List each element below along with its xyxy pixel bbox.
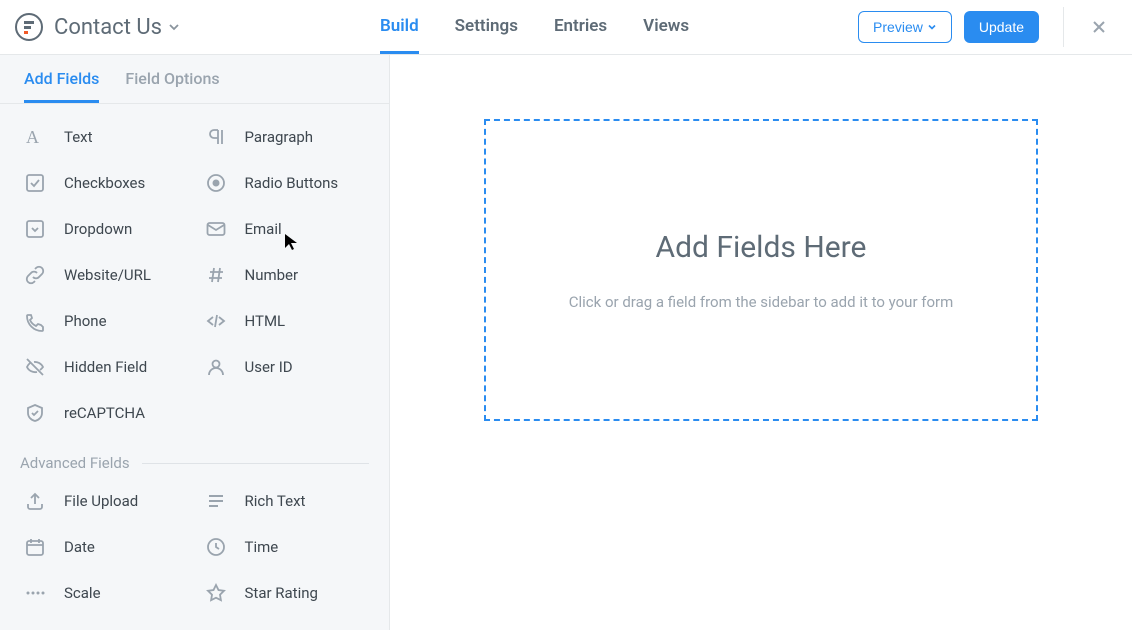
html-icon — [205, 310, 227, 332]
update-button[interactable]: Update — [964, 11, 1039, 43]
field-richtext[interactable]: Rich Text — [195, 478, 376, 524]
richtext-icon — [205, 490, 227, 512]
field-label: User ID — [245, 358, 293, 376]
field-label: File Upload — [64, 492, 138, 510]
field-label: Paragraph — [245, 128, 314, 146]
field-dropdown[interactable]: Dropdown — [14, 206, 195, 252]
checkbox-icon — [24, 172, 46, 194]
email-icon — [205, 218, 227, 240]
field-upload[interactable]: File Upload — [14, 478, 195, 524]
preview-button[interactable]: Preview — [858, 11, 952, 43]
field-label: HTML — [245, 312, 286, 330]
main-nav: Build Settings Entries Views — [380, 0, 689, 54]
tab-build[interactable]: Build — [380, 0, 419, 54]
divider — [1063, 7, 1064, 47]
advanced-fields-grid: File Upload Rich Text Date Time Scale Star Ra… — [14, 478, 375, 616]
field-label: Star Rating — [245, 584, 318, 602]
field-html[interactable]: HTML — [195, 298, 376, 344]
tab-settings[interactable]: Settings — [455, 0, 518, 54]
field-radio[interactable]: Radio Buttons — [195, 160, 376, 206]
chevron-down-icon — [168, 21, 180, 33]
field-label: Checkboxes — [64, 174, 145, 192]
field-label: Date — [64, 538, 95, 556]
field-label: Email — [245, 220, 282, 238]
sidebar-tabs: Add Fields Field Options — [0, 55, 389, 104]
fields-panel[interactable]: Text Paragraph Checkboxes Radio Buttons Drop… — [0, 104, 389, 630]
field-recaptcha[interactable]: reCAPTCHA — [14, 390, 195, 436]
field-label: Radio Buttons — [245, 174, 339, 192]
header-actions: Preview Update — [858, 7, 1114, 47]
form-title: Contact Us — [54, 15, 162, 40]
form-title-dropdown[interactable]: Contact Us — [54, 15, 180, 40]
tab-entries[interactable]: Entries — [554, 0, 607, 54]
link-icon — [24, 264, 46, 286]
scale-icon — [24, 582, 46, 604]
field-time[interactable]: Time — [195, 524, 376, 570]
close-button[interactable] — [1084, 12, 1114, 42]
dropzone-heading: Add Fields Here — [656, 230, 867, 265]
field-label: Website/URL — [64, 266, 151, 284]
dropdown-icon — [24, 218, 46, 240]
app-logo — [12, 10, 46, 44]
recaptcha-icon — [24, 402, 46, 424]
field-label: Time — [245, 538, 279, 556]
field-label: Hidden Field — [64, 358, 147, 376]
workspace: Add Fields Field Options Text Paragraph Che… — [0, 55, 1132, 630]
time-icon — [205, 536, 227, 558]
field-date[interactable]: Date — [14, 524, 195, 570]
dropzone-hint: Click or drag a field from the sidebar t… — [569, 293, 954, 311]
date-icon — [24, 536, 46, 558]
field-hash[interactable]: Number — [195, 252, 376, 298]
field-email[interactable]: Email — [195, 206, 376, 252]
field-paragraph[interactable]: Paragraph — [195, 114, 376, 160]
field-checkbox[interactable]: Checkboxes — [14, 160, 195, 206]
close-icon — [1090, 18, 1108, 36]
advanced-fields-heading: Advanced Fields — [20, 454, 369, 472]
sidebar-tab-add-fields[interactable]: Add Fields — [24, 69, 99, 103]
upload-icon — [24, 490, 46, 512]
tab-views[interactable]: Views — [643, 0, 689, 54]
field-scale[interactable]: Scale — [14, 570, 195, 616]
basic-fields-grid: Text Paragraph Checkboxes Radio Buttons Drop… — [14, 114, 375, 436]
field-phone[interactable]: Phone — [14, 298, 195, 344]
field-label: Phone — [64, 312, 107, 330]
field-label: Number — [245, 266, 299, 284]
field-text[interactable]: Text — [14, 114, 195, 160]
sidebar: Add Fields Field Options Text Paragraph Che… — [0, 55, 390, 630]
divider — [142, 463, 369, 464]
field-label: Text — [64, 128, 93, 146]
hash-icon — [205, 264, 227, 286]
field-hidden[interactable]: Hidden Field — [14, 344, 195, 390]
chevron-down-icon — [927, 22, 937, 32]
hidden-icon — [24, 356, 46, 378]
field-label: reCAPTCHA — [64, 404, 145, 422]
form-canvas[interactable]: Add Fields Here Click or drag a field fr… — [390, 55, 1132, 630]
paragraph-icon — [205, 126, 227, 148]
update-label: Update — [979, 19, 1024, 35]
top-bar: Contact Us Build Settings Entries Views Pre… — [0, 0, 1132, 55]
field-label: Scale — [64, 584, 101, 602]
field-user[interactable]: User ID — [195, 344, 376, 390]
sidebar-tab-field-options[interactable]: Field Options — [125, 69, 219, 103]
field-link[interactable]: Website/URL — [14, 252, 195, 298]
star-icon — [205, 582, 227, 604]
user-icon — [205, 356, 227, 378]
advanced-fields-label: Advanced Fields — [20, 454, 130, 472]
dropzone[interactable]: Add Fields Here Click or drag a field fr… — [484, 119, 1038, 421]
field-star[interactable]: Star Rating — [195, 570, 376, 616]
radio-icon — [205, 172, 227, 194]
field-label: Rich Text — [245, 492, 306, 510]
phone-icon — [24, 310, 46, 332]
preview-label: Preview — [873, 19, 923, 35]
field-label: Dropdown — [64, 220, 132, 238]
text-icon — [24, 126, 46, 148]
